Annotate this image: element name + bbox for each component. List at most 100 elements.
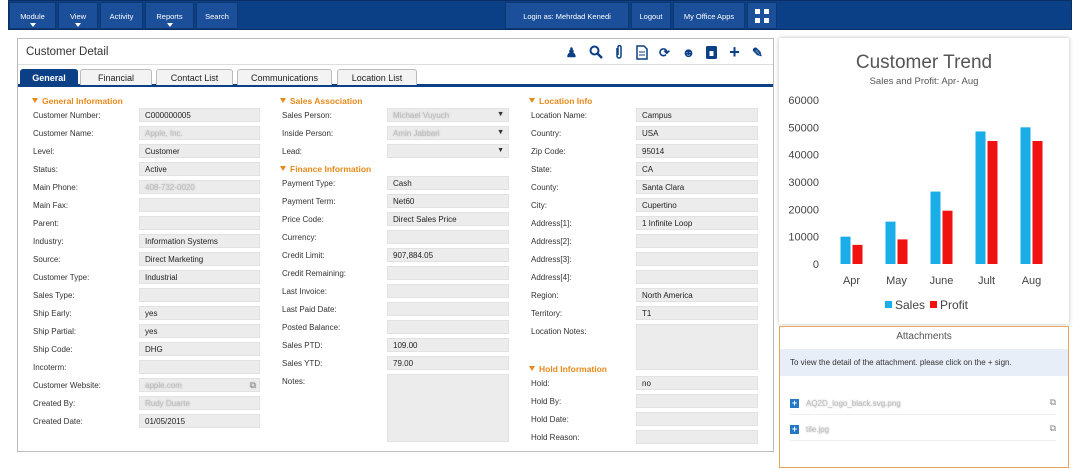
- tab-contact-list[interactable]: Contact List: [156, 69, 233, 85]
- lock-icon[interactable]: [704, 45, 719, 60]
- sales-person-select[interactable]: Michael Vuyuch: [387, 108, 509, 122]
- zip-code-field[interactable]: 95014: [636, 144, 758, 158]
- last-paid-date-field[interactable]: [387, 302, 509, 316]
- grid-icon: [755, 9, 769, 23]
- county-field[interactable]: Santa Clara: [636, 180, 758, 194]
- expand-plus-icon[interactable]: +: [790, 425, 799, 434]
- external-link-icon[interactable]: ⧉: [1050, 397, 1056, 408]
- document-icon[interactable]: [634, 45, 649, 60]
- level-field[interactable]: Customer: [139, 144, 260, 158]
- credit-limit-field[interactable]: 907,884.05: [387, 248, 509, 262]
- payment-term-field[interactable]: Net60: [387, 194, 509, 208]
- notes-field[interactable]: [387, 374, 509, 442]
- created-date-field[interactable]: 01/05/2015: [139, 414, 260, 428]
- nav-reports-menu[interactable]: Reports: [145, 2, 194, 29]
- hold-reason-label: Hold Reason:: [531, 433, 580, 442]
- tab-communications[interactable]: Communications: [237, 69, 332, 85]
- nav-view-menu[interactable]: View: [58, 2, 98, 29]
- ship-early-field[interactable]: yes: [139, 306, 260, 320]
- credit-remaining-field[interactable]: [387, 266, 509, 280]
- pencil-icon[interactable]: ✎: [750, 45, 765, 60]
- price-code-field[interactable]: Direct Sales Price: [387, 212, 509, 226]
- lead-label: Lead:: [282, 147, 303, 156]
- address-4-field[interactable]: [636, 270, 758, 284]
- created-by-field[interactable]: Rudy Duarte: [139, 396, 260, 410]
- nav-label: Module: [20, 12, 45, 21]
- hold-label: Hold:: [531, 379, 550, 388]
- customer-number-field[interactable]: C000000005: [139, 108, 260, 122]
- chevron-down-icon: [166, 23, 173, 27]
- location-info-heading: Location Info: [529, 96, 592, 106]
- nav-search-menu[interactable]: Search: [196, 2, 238, 29]
- external-link-icon[interactable]: ⧉: [1050, 423, 1056, 434]
- tab-general[interactable]: General: [20, 69, 78, 85]
- source-field[interactable]: Direct Marketing: [139, 252, 260, 266]
- main-phone-field[interactable]: 408-732-0020: [139, 180, 260, 194]
- sales-bar: [930, 191, 941, 264]
- attachment-item[interactable]: + tile.jpg ⧉: [790, 419, 1056, 441]
- customer-website-field[interactable]: apple.com ⧉: [139, 378, 260, 392]
- industry-field[interactable]: Information Systems: [139, 234, 260, 248]
- ship-code-label: Ship Code:: [33, 345, 73, 354]
- tab-bar: General Financial Contact List Communica…: [18, 69, 773, 87]
- state-field[interactable]: CA: [636, 162, 758, 176]
- location-notes-field[interactable]: [636, 324, 758, 370]
- sales-ytd-field[interactable]: 79.00: [387, 356, 509, 370]
- y-tick-label: 20000: [788, 204, 819, 216]
- customer-name-field[interactable]: Apple, Inc.: [139, 126, 260, 140]
- sales-ptd-field[interactable]: 109.00: [387, 338, 509, 352]
- ship-code-field[interactable]: DHG: [139, 342, 260, 356]
- hold-reason-field[interactable]: [636, 430, 758, 444]
- attachment-item[interactable]: + AQ2D_logo_black.svg.png ⧉: [790, 393, 1056, 415]
- main-fax-field[interactable]: [139, 198, 260, 212]
- ship-partial-field[interactable]: yes: [139, 324, 260, 338]
- address-1-field[interactable]: 1 Infinite Loop: [636, 216, 758, 230]
- tab-location-list[interactable]: Location List: [337, 69, 417, 85]
- profit-bar: [1032, 141, 1043, 264]
- address-2-field[interactable]: [636, 234, 758, 248]
- territory-field[interactable]: T1: [636, 306, 758, 320]
- grid-button[interactable]: [747, 2, 777, 29]
- plus-icon[interactable]: +: [727, 43, 742, 61]
- tab-financial[interactable]: Financial: [80, 69, 152, 85]
- attachment-filename[interactable]: AQ2D_logo_black.svg.png: [806, 399, 901, 408]
- contact-icon[interactable]: ☻: [681, 45, 696, 60]
- hold-field[interactable]: no: [636, 376, 758, 390]
- location-name-field[interactable]: Campus: [636, 108, 758, 122]
- customer-type-field[interactable]: Industrial: [139, 270, 260, 284]
- sales-bar: [1020, 127, 1031, 264]
- customer-number-label: Customer Number:: [33, 111, 101, 120]
- last-invoice-field[interactable]: [387, 284, 509, 298]
- city-field[interactable]: Cupertino: [636, 198, 758, 212]
- lead-select[interactable]: [387, 144, 509, 158]
- hold-date-label: Hold Date:: [531, 415, 569, 424]
- external-link-icon[interactable]: ⧉: [250, 380, 256, 391]
- address-3-field[interactable]: [636, 252, 758, 266]
- country-field[interactable]: USA: [636, 126, 758, 140]
- incoterm-field[interactable]: [139, 360, 260, 374]
- posted-balance-field[interactable]: [387, 320, 509, 334]
- posted-balance-label: Posted Balance:: [282, 323, 341, 332]
- hold-date-field[interactable]: [636, 412, 758, 426]
- payment-type-field[interactable]: Cash: [387, 176, 509, 190]
- currency-field[interactable]: [387, 230, 509, 244]
- expand-plus-icon[interactable]: +: [790, 399, 799, 408]
- sales-type-field[interactable]: [139, 288, 260, 302]
- hold-by-field[interactable]: [636, 394, 758, 408]
- attachment-filename[interactable]: tile.jpg: [806, 425, 829, 434]
- user-search-icon[interactable]: ♟: [564, 45, 579, 60]
- region-field[interactable]: North America: [636, 288, 758, 302]
- office-apps-button[interactable]: My Office Apps: [673, 2, 745, 29]
- nav-activity-menu[interactable]: Activity: [100, 2, 143, 29]
- city-label: City:: [531, 201, 547, 210]
- source-value: Direct Marketing: [145, 255, 204, 264]
- industry-value: Information Systems: [145, 237, 218, 246]
- sync-icon[interactable]: ⟳: [657, 45, 672, 60]
- status-field[interactable]: Active: [139, 162, 260, 176]
- logout-button[interactable]: Logout: [631, 2, 671, 29]
- paperclip-icon[interactable]: [611, 44, 626, 60]
- inside-person-select[interactable]: Amin Jabbari: [387, 126, 509, 140]
- parent-field[interactable]: [139, 216, 260, 230]
- nav-module-menu[interactable]: Module: [9, 2, 56, 29]
- search-icon[interactable]: [588, 45, 603, 60]
